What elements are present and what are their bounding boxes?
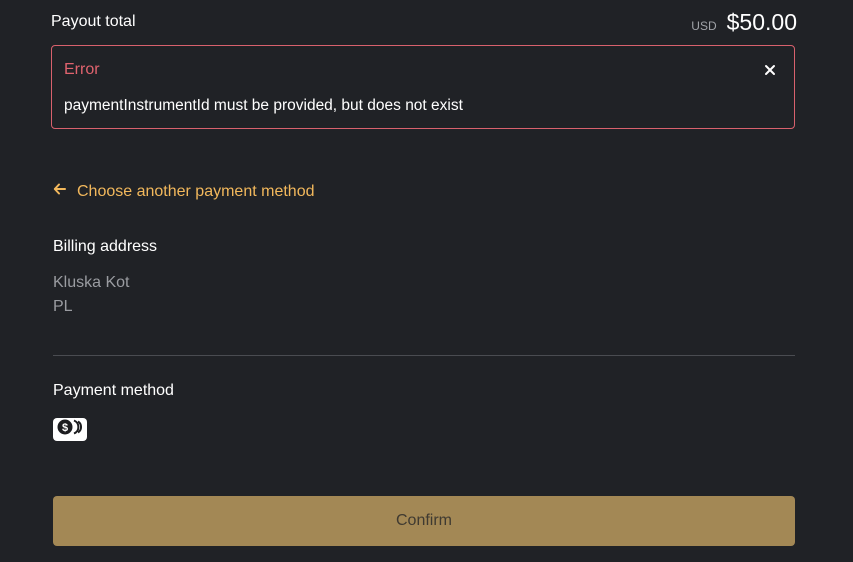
close-icon[interactable]: [760, 60, 780, 80]
payout-amount: USD $50.00: [691, 9, 797, 36]
payment-method-chip[interactable]: $: [53, 418, 87, 441]
cash-coin-icon: $: [57, 418, 83, 441]
amount-value: $50.00: [726, 8, 797, 35]
payout-total-label: Payout total: [51, 13, 136, 30]
arrow-left-icon: [53, 182, 67, 201]
billing-address-country: PL: [53, 298, 73, 315]
back-link-label: Choose another payment method: [77, 182, 315, 200]
payment-method-title: Payment method: [53, 382, 174, 399]
svg-text:$: $: [62, 422, 68, 434]
payout-confirmation-page: Payout total USD $50.00 Error paymentIns…: [0, 0, 853, 562]
error-alert: Error paymentInstrumentId must be provid…: [51, 45, 795, 129]
error-message: paymentInstrumentId must be provided, bu…: [64, 97, 463, 114]
section-divider: [53, 355, 795, 356]
confirm-button[interactable]: Confirm: [53, 496, 795, 546]
currency-code: USD: [691, 18, 717, 33]
payout-total-row: Payout total USD $50.00: [51, 8, 797, 36]
error-title: Error: [64, 61, 100, 78]
billing-address-name: Kluska Kot: [53, 274, 130, 291]
billing-address-title: Billing address: [53, 238, 158, 255]
choose-another-payment-method-link[interactable]: Choose another payment method: [53, 182, 314, 201]
